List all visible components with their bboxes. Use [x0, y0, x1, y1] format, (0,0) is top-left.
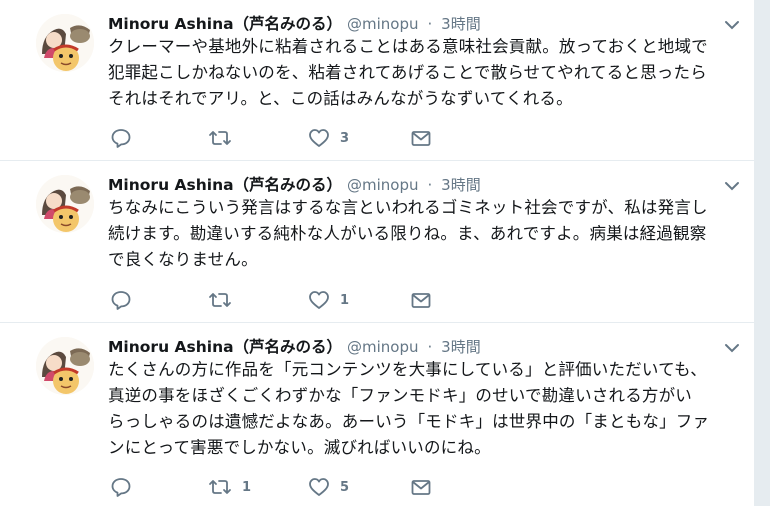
like-icon — [308, 476, 330, 498]
display-name[interactable]: Minoru Ashina（芦名みのる） — [108, 338, 342, 356]
message-icon — [410, 476, 432, 498]
display-name[interactable]: Minoru Ashina（芦名みのる） — [108, 15, 342, 33]
display-name[interactable]: Minoru Ashina（芦名みのる） — [108, 176, 342, 194]
tweet[interactable]: Minoru Ashina（芦名みのる） @minopu · 3時間 ちなみにこ… — [0, 161, 754, 323]
tweet-text: ちなみにこういう発言はするな言といわれるゴミネット社会ですが、私は発言し 続けま… — [108, 198, 708, 269]
chevron-down-icon[interactable] — [724, 177, 740, 191]
retweet-button[interactable] — [208, 287, 242, 313]
separator: · — [427, 176, 433, 194]
timestamp[interactable]: 3時間 — [441, 338, 481, 356]
username[interactable]: @minopu — [347, 15, 419, 33]
tweet-header: Minoru Ashina（芦名みのる） @minopu · 3時間 — [108, 12, 481, 36]
tweet-actions: 3 — [108, 125, 448, 151]
like-icon — [308, 127, 330, 149]
tweet[interactable]: Minoru Ashina（芦名みのる） @minopu · 3時間 たくさんの… — [0, 323, 754, 506]
direct-message-button[interactable] — [410, 287, 432, 313]
reply-button[interactable] — [110, 125, 142, 151]
reply-button[interactable] — [110, 287, 142, 313]
retweet-button[interactable] — [208, 125, 242, 151]
username[interactable]: @minopu — [347, 338, 419, 356]
tweet-actions: 1 — [108, 287, 448, 313]
retweet-button[interactable]: 1 — [208, 474, 251, 500]
avatar[interactable] — [36, 175, 94, 233]
retweet-icon — [208, 127, 232, 149]
username[interactable]: @minopu — [347, 176, 419, 194]
like-button[interactable]: 5 — [308, 474, 349, 500]
tweet-text: たくさんの方に作品を「元コンテンツを大事にしている」と評価いただいても、 真逆の… — [108, 360, 710, 457]
like-count: 3 — [340, 130, 350, 146]
like-count: 1 — [340, 292, 350, 308]
timeline: Minoru Ashina（芦名みのる） @minopu · 3時間 クレーマー… — [0, 0, 755, 506]
reply-icon — [110, 476, 132, 498]
like-button[interactable]: 1 — [308, 287, 349, 313]
chevron-down-icon[interactable] — [724, 16, 740, 30]
chevron-down-icon[interactable] — [724, 339, 740, 353]
reply-icon — [110, 127, 132, 149]
tweet-text: クレーマーや基地外に粘着されることはある意味社会貢献。放っておくと地域で 犯罪起… — [108, 37, 708, 108]
message-icon — [410, 127, 432, 149]
retweet-icon — [208, 289, 232, 311]
retweet-count: 1 — [242, 479, 252, 495]
separator: · — [427, 338, 433, 356]
timestamp[interactable]: 3時間 — [441, 176, 481, 194]
avatar[interactable] — [36, 337, 94, 395]
separator: · — [427, 15, 433, 33]
reply-button[interactable] — [110, 474, 142, 500]
retweet-icon — [208, 476, 232, 498]
like-button[interactable]: 3 — [308, 125, 349, 151]
direct-message-button[interactable] — [410, 474, 432, 500]
like-count: 5 — [340, 479, 350, 495]
avatar[interactable] — [36, 14, 94, 72]
reply-icon — [110, 289, 132, 311]
tweet[interactable]: Minoru Ashina（芦名みのる） @minopu · 3時間 クレーマー… — [0, 0, 754, 161]
direct-message-button[interactable] — [410, 125, 432, 151]
message-icon — [410, 289, 432, 311]
tweet-header: Minoru Ashina（芦名みのる） @minopu · 3時間 — [108, 173, 481, 197]
tweet-actions: 1 5 — [108, 474, 448, 500]
timestamp[interactable]: 3時間 — [441, 15, 481, 33]
like-icon — [308, 289, 330, 311]
tweet-header: Minoru Ashina（芦名みのる） @minopu · 3時間 — [108, 335, 481, 359]
